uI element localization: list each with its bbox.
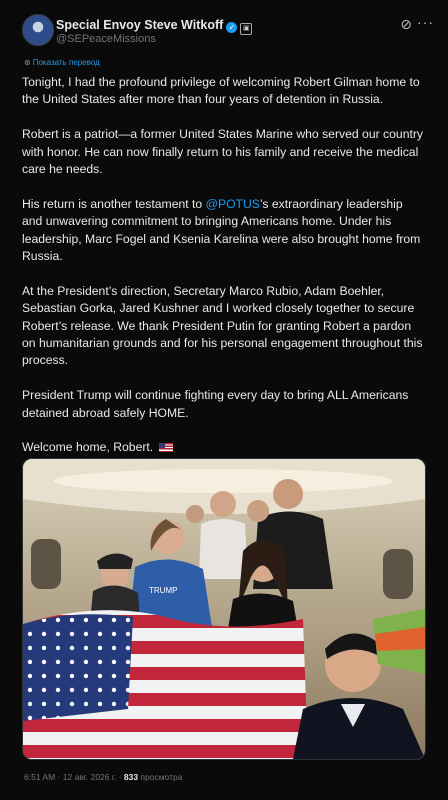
tweet-text: Tonight, I had the profound privilege of… [22,74,426,474]
tweet-paragraph: His return is another testament to @POTU… [22,196,426,266]
tweet-date[interactable]: 12 авг. 2026 г. [63,772,117,782]
views-label: просмотра [138,772,183,782]
tweet-paragraph: Robert is a patriot—a former United Stat… [22,127,424,177]
tweet-paragraph: At the President’s direction, Secretary … [22,283,423,368]
tweet-text-segment: Welcome home, Robert. [22,440,154,455]
translate-label[interactable]: Показать перевод [33,58,100,67]
tweet-paragraph: President Trump will continue fighting e… [22,388,409,420]
verified-badge-icon: ✓ [226,22,238,33]
author-handle[interactable]: @SEPeaceMissions [56,33,156,45]
shirt-text: TRUMP [149,586,177,595]
tweet-card: Special Envoy Steve Witkoff ✓ ▣ @SEPeaceMi… [0,0,448,800]
more-options-icon[interactable]: ··· [417,14,434,30]
group-photo-illustration: TRUMP [23,459,425,759]
meta-separator: · [55,772,63,782]
view-count: 833 [123,772,139,782]
tweet-time[interactable]: 6:51 AM [24,772,55,782]
us-flag-emoji-icon [158,443,173,453]
tweet-photo[interactable]: TRUMP [22,458,426,760]
potus-mention-link[interactable]: @POTUS [206,197,260,211]
meta-separator: · [116,772,124,782]
globe-icon: ⊛ [24,58,31,67]
grok-icon[interactable]: ⊘ [400,16,412,33]
tweet-meta: 6:51 AM · 12 авг. 2026 г. · 833 просмотр… [24,772,182,782]
translate-link[interactable]: ⊛ Показать перевод [24,58,100,67]
government-affiliation-icon[interactable]: ▣ [240,23,253,35]
author-name-text[interactable]: Special Envoy Steve Witkoff [56,18,223,32]
avatar[interactable] [22,14,54,46]
tweet-header: Special Envoy Steve Witkoff ✓ ▣ @SEPeaceMi… [22,14,434,50]
tweet-paragraph: Welcome home, Robert. [22,439,426,456]
tweet-text-segment: His return is another testament to [22,196,206,211]
tweet-paragraph: Tonight, I had the profound privilege of… [22,75,420,107]
